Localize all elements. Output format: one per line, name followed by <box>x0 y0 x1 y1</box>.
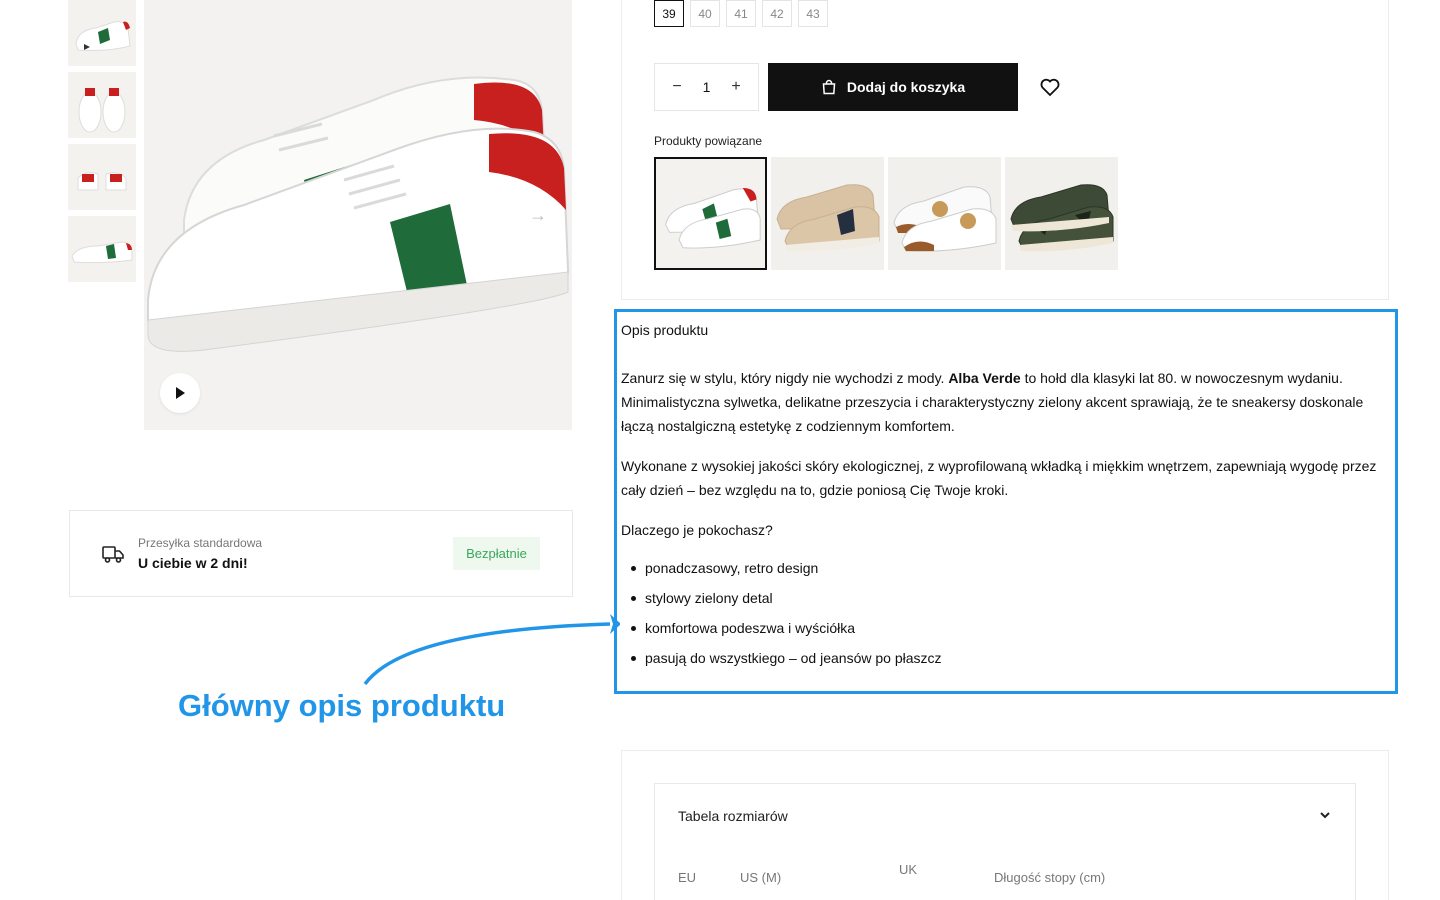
list-item: stylowy zielony detal <box>621 586 1391 610</box>
size-option[interactable]: 41 <box>726 0 756 27</box>
related-products-label: Produkty powiązane <box>654 134 763 148</box>
gallery-next-arrow[interactable]: → <box>526 205 550 225</box>
description-bullets: ponadczasowy, retro design stylowy zielo… <box>621 556 1391 670</box>
gallery-thumbnail[interactable] <box>68 216 136 282</box>
related-product-item[interactable] <box>771 157 884 270</box>
annotation-label: Główny opis produktu <box>178 688 506 723</box>
related-products-list <box>654 157 1118 270</box>
related-product-item[interactable] <box>1005 157 1118 270</box>
shipping-title: Przesyłka standardowa <box>138 536 263 550</box>
add-to-cart-label: Dodaj do koszyka <box>846 79 966 95</box>
product-name-bold: Alba Verde <box>948 370 1021 386</box>
play-icon <box>176 387 185 399</box>
size-option[interactable]: 39 <box>654 0 684 27</box>
size-selector: 39 40 41 42 43 <box>654 0 828 27</box>
shopping-bag-icon <box>822 79 836 95</box>
table-header-foot-length: Długość stopy (cm) <box>994 870 1106 885</box>
description-heading: Opis produktu <box>621 322 709 338</box>
table-header-eu: EU <box>678 870 697 885</box>
product-description: Opis produktu Zanurz się w stylu, który … <box>621 318 1391 676</box>
gallery-thumbnails <box>68 0 136 288</box>
gallery-thumbnail[interactable] <box>68 144 136 210</box>
quantity-value[interactable]: 1 <box>703 79 711 95</box>
chevron-down-icon[interactable] <box>1319 808 1331 824</box>
shipping-subtitle: U ciebie w 2 dni! <box>138 555 248 571</box>
decrease-quantity-button[interactable]: − <box>669 78 685 96</box>
increase-quantity-button[interactable]: + <box>728 78 744 96</box>
related-product-item[interactable] <box>888 157 1001 270</box>
list-item: komfortowa podeszwa i wyściółka <box>621 616 1391 640</box>
gallery-thumbnail[interactable] <box>68 0 136 66</box>
delivery-truck-icon <box>101 542 125 566</box>
size-option[interactable]: 42 <box>762 0 792 27</box>
list-item: pasują do wszystkiego – od jeansów po pł… <box>621 646 1391 670</box>
size-option[interactable]: 43 <box>798 0 828 27</box>
related-product-item[interactable] <box>654 157 767 270</box>
description-paragraph: Dlaczego je pokochasz? <box>621 522 773 538</box>
free-shipping-badge: Bezpłatnie <box>453 537 540 570</box>
wishlist-heart-button[interactable] <box>1038 75 1062 99</box>
play-video-button[interactable] <box>160 373 200 413</box>
heart-icon <box>1040 78 1060 97</box>
quantity-stepper: − 1 + <box>654 63 759 111</box>
size-option[interactable]: 40 <box>690 0 720 27</box>
main-product-image <box>144 0 572 430</box>
size-table-title[interactable]: Tabela rozmiarów <box>678 808 788 824</box>
table-header-uk: UK <box>899 862 918 877</box>
table-header-us: US (M) <box>740 870 782 885</box>
add-to-cart-button[interactable]: Dodaj do koszyka <box>768 63 1018 111</box>
description-paragraph: Wykonane z wysokiej jakości skóry ekolog… <box>621 458 1377 498</box>
list-item: ponadczasowy, retro design <box>621 556 1391 580</box>
gallery-thumbnail[interactable] <box>68 72 136 138</box>
description-paragraph: Zanurz się w stylu, który nigdy nie wych… <box>621 370 1364 434</box>
annotation-arrow-icon <box>363 614 620 686</box>
